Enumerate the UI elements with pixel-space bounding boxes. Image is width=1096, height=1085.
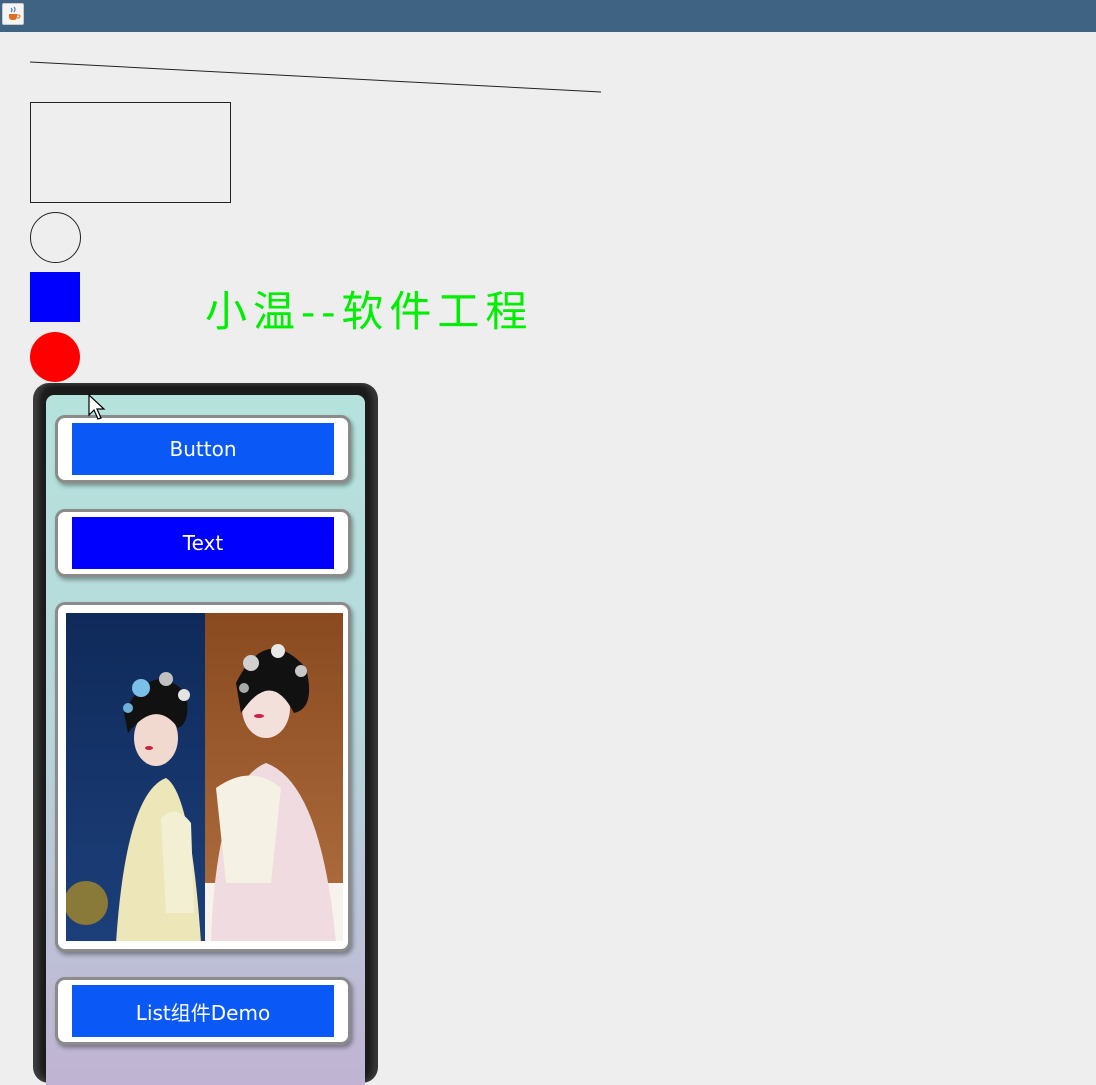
mouse-pointer-icon [88, 394, 106, 420]
peking-opera-performers-photo [66, 613, 343, 941]
image-card [55, 602, 351, 952]
button-button[interactable]: Button [72, 423, 334, 475]
text-button[interactable]: Text [72, 517, 334, 569]
outlined-rectangle [30, 102, 231, 203]
blue-square [30, 272, 80, 322]
list-card: List组件Demo [55, 977, 351, 1045]
diagonal-line [29, 61, 602, 93]
text-card: Text [55, 509, 351, 577]
red-circle [30, 332, 80, 382]
list-demo-button[interactable]: List组件Demo [72, 985, 334, 1037]
headline-text: 小温--软件工程 [205, 287, 534, 336]
phone-screen: Button Text List组件Demo [46, 395, 365, 1085]
outlined-circle [30, 212, 81, 263]
phone-frame: Button Text List组件Demo [33, 383, 378, 1085]
button-card: Button [55, 415, 351, 483]
